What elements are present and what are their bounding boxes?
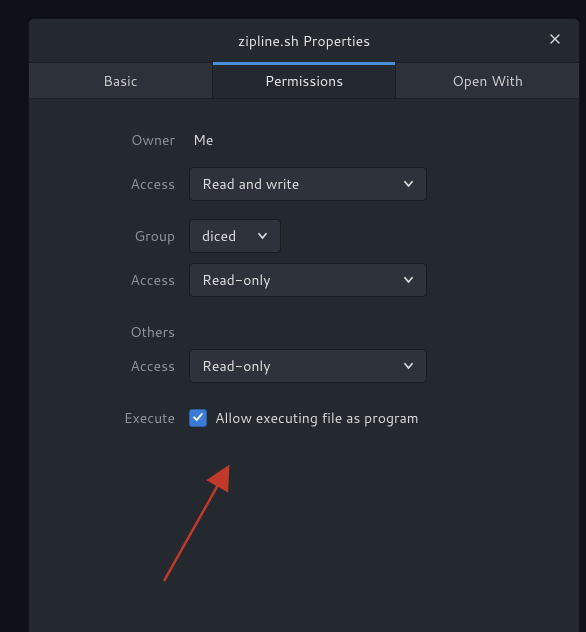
owner-value: Me — [189, 130, 213, 150]
group-label: Group — [69, 226, 189, 246]
others-access-dropdown[interactable]: Read-only — [189, 349, 427, 383]
tab-permissions[interactable]: Permissions — [213, 63, 397, 98]
others-label: Others — [69, 322, 189, 342]
owner-access-row: Access Read and write — [69, 167, 539, 201]
dropdown-value: diced — [202, 226, 246, 246]
check-icon — [192, 408, 204, 428]
execute-row: Execute Allow executing file as program — [69, 401, 539, 435]
close-icon — [548, 31, 562, 51]
tab-label: Permissions — [265, 71, 343, 91]
execute-checkbox-label: Allow executing file as program — [215, 408, 419, 428]
group-row: Group diced — [69, 219, 539, 253]
group-dropdown[interactable]: diced — [189, 219, 281, 253]
tab-label: Basic — [103, 71, 137, 91]
owner-row: Owner Me — [69, 123, 539, 157]
others-access-row: Access Read-only — [69, 349, 539, 383]
tab-label: Open With — [452, 71, 523, 91]
group-access-dropdown[interactable]: Read-only — [189, 263, 427, 297]
annotation-arrow — [149, 451, 259, 591]
dropdown-value: Read-only — [202, 356, 392, 376]
owner-access-label: Access — [69, 174, 189, 194]
window-title: zipline.sh Properties — [238, 31, 370, 51]
tab-basic[interactable]: Basic — [29, 63, 213, 98]
chevron-down-icon — [400, 272, 416, 288]
others-access-label: Access — [69, 356, 189, 376]
execute-checkbox-wrap[interactable]: Allow executing file as program — [189, 408, 419, 428]
permissions-panel: Owner Me Access Read and write Group dic… — [29, 99, 579, 632]
tab-bar: Basic Permissions Open With — [29, 63, 579, 99]
dropdown-value: Read-only — [202, 270, 392, 290]
titlebar[interactable]: zipline.sh Properties — [29, 19, 579, 63]
others-row: Others — [69, 315, 539, 349]
group-access-label: Access — [69, 270, 189, 290]
chevron-down-icon — [400, 176, 416, 192]
execute-checkbox[interactable] — [189, 409, 207, 427]
close-button[interactable] — [541, 27, 569, 55]
chevron-down-icon — [254, 228, 270, 244]
dropdown-value: Read and write — [202, 174, 392, 194]
owner-access-dropdown[interactable]: Read and write — [189, 167, 427, 201]
tab-open-with[interactable]: Open With — [396, 63, 579, 98]
properties-dialog: zipline.sh Properties Basic Permissions … — [28, 18, 580, 632]
execute-label: Execute — [69, 408, 189, 428]
chevron-down-icon — [400, 358, 416, 374]
group-access-row: Access Read-only — [69, 263, 539, 297]
owner-label: Owner — [69, 130, 189, 150]
